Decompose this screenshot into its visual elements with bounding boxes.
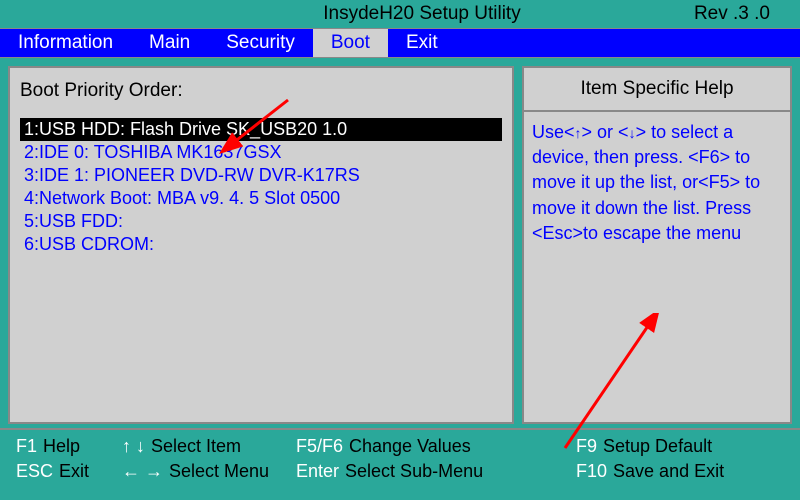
help-header: Item Specific Help bbox=[524, 68, 790, 112]
help-text-mid: > or < bbox=[582, 122, 629, 142]
footer-row-2: ESC Exit ← → Select Menu Enter Select Su… bbox=[16, 459, 784, 484]
select-submenu-label: Select Sub-Menu bbox=[345, 459, 483, 484]
footer-bar: F1 Help ↑ ↓ Select Item F5/F6 Change Val… bbox=[0, 428, 800, 492]
help-body: Use<↑> or <↓> to select a device, then p… bbox=[524, 112, 790, 254]
help-panel: Item Specific Help Use<↑> or <↓> to sele… bbox=[522, 66, 792, 424]
f9-key: F9 bbox=[576, 434, 597, 459]
menu-security[interactable]: Security bbox=[208, 29, 313, 57]
change-values-label: Change Values bbox=[349, 434, 471, 459]
boot-list: 1:USB HDD: Flash Drive SK_USB20 1.0 2:ID… bbox=[20, 118, 502, 256]
footer-exit: ESC Exit bbox=[16, 459, 116, 484]
boot-item-3[interactable]: 3:IDE 1: PIONEER DVD-RW DVR-K17RS bbox=[20, 164, 502, 187]
menu-boot[interactable]: Boot bbox=[313, 29, 388, 57]
footer-select-menu: ← → Select Menu bbox=[116, 459, 296, 484]
arrow-down-icon: ↓ bbox=[629, 125, 636, 141]
boot-item-5[interactable]: 5:USB FDD: bbox=[20, 210, 502, 233]
utility-title: InsydeH20 Setup Utility bbox=[10, 3, 694, 25]
updown-arrows-icon: ↑ ↓ bbox=[122, 434, 145, 459]
f1-label: Help bbox=[43, 434, 80, 459]
f5f6-key: F5/F6 bbox=[296, 434, 343, 459]
f1-key: F1 bbox=[16, 434, 37, 459]
header-bar: InsydeH20 Setup Utility Rev .3 .0 bbox=[0, 0, 800, 28]
esc-key: ESC bbox=[16, 459, 53, 484]
footer-row-1: F1 Help ↑ ↓ Select Item F5/F6 Change Val… bbox=[16, 434, 784, 459]
footer-select-item: ↑ ↓ Select Item bbox=[116, 434, 296, 459]
menu-exit[interactable]: Exit bbox=[388, 29, 456, 57]
revision-label: Rev .3 .0 bbox=[694, 3, 790, 25]
footer-setup-default: F9 Setup Default bbox=[576, 434, 724, 459]
boot-panel: Boot Priority Order: 1:USB HDD: Flash Dr… bbox=[8, 66, 514, 424]
boot-item-4[interactable]: 4:Network Boot: MBA v9. 4. 5 Slot 0500 bbox=[20, 187, 502, 210]
select-menu-label: Select Menu bbox=[169, 459, 269, 484]
footer-select-submenu: Enter Select Sub-Menu bbox=[296, 459, 576, 484]
setup-default-label: Setup Default bbox=[603, 434, 712, 459]
content-area: Boot Priority Order: 1:USB HDD: Flash Dr… bbox=[0, 58, 800, 428]
boot-priority-title: Boot Priority Order: bbox=[20, 80, 502, 102]
arrow-up-icon: ↑ bbox=[575, 125, 582, 141]
menu-bar: Information Main Security Boot Exit bbox=[0, 28, 800, 58]
exit-label: Exit bbox=[59, 459, 89, 484]
enter-key: Enter bbox=[296, 459, 339, 484]
footer-help: F1 Help bbox=[16, 434, 116, 459]
footer-save-exit: F10 Save and Exit bbox=[576, 459, 736, 484]
save-exit-label: Save and Exit bbox=[613, 459, 724, 484]
menu-main[interactable]: Main bbox=[131, 29, 208, 57]
footer-change-values: F5/F6 Change Values bbox=[296, 434, 576, 459]
boot-item-2[interactable]: 2:IDE 0: TOSHIBA MK1637GSX bbox=[20, 141, 502, 164]
menu-information[interactable]: Information bbox=[0, 29, 131, 57]
f10-key: F10 bbox=[576, 459, 607, 484]
help-text-pre: Use< bbox=[532, 122, 575, 142]
boot-item-1[interactable]: 1:USB HDD: Flash Drive SK_USB20 1.0 bbox=[20, 118, 502, 141]
select-item-label: Select Item bbox=[151, 434, 241, 459]
leftright-arrows-icon: ← → bbox=[122, 459, 163, 484]
boot-item-6[interactable]: 6:USB CDROM: bbox=[20, 233, 502, 256]
